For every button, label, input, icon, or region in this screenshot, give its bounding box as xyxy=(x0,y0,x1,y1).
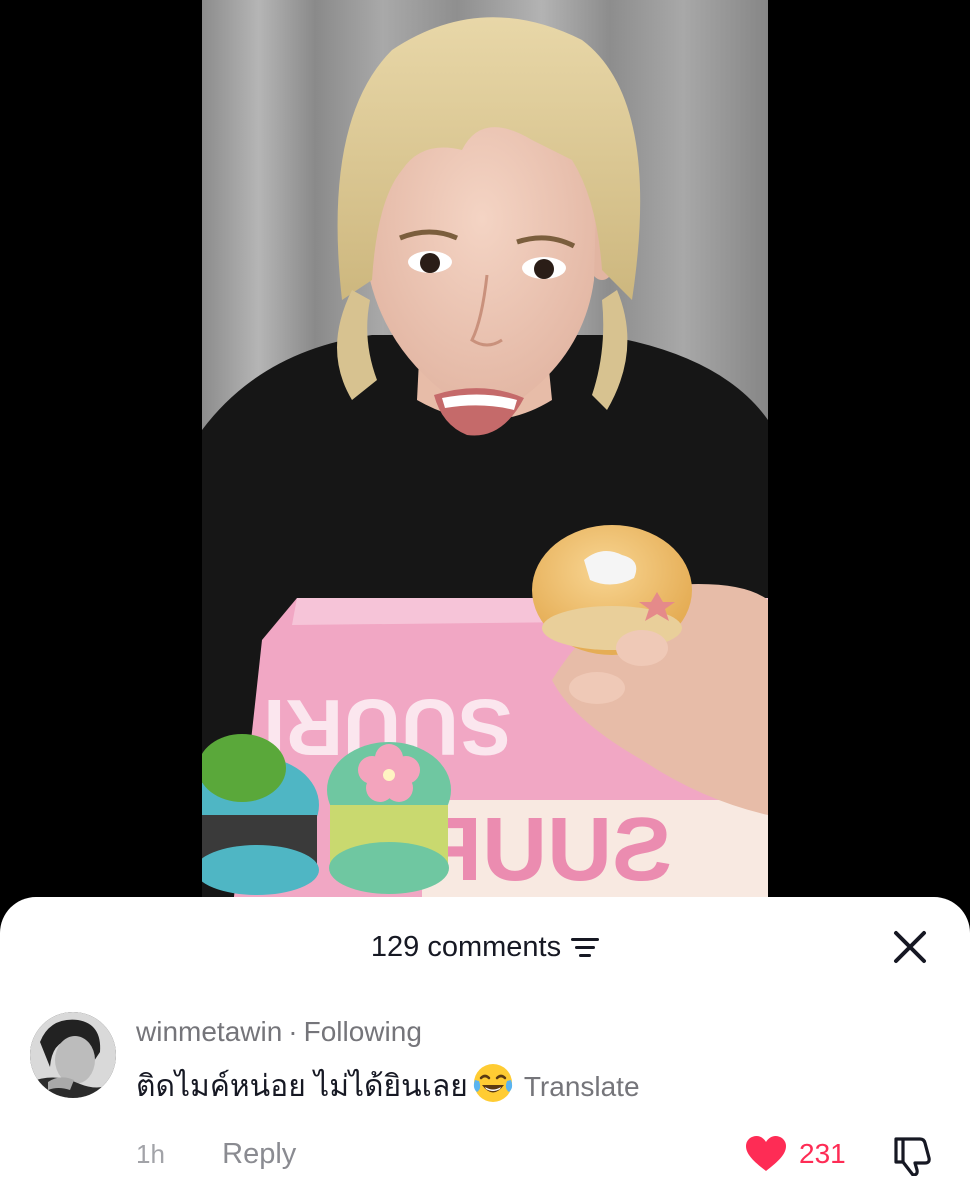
avatar-photo xyxy=(30,1012,116,1098)
comments-count-label: 129 comments xyxy=(370,931,562,963)
filter-lines-icon[interactable] xyxy=(571,936,600,958)
thumbs-down-icon[interactable] xyxy=(890,1136,932,1176)
like-button[interactable]: 231 xyxy=(745,1134,846,1174)
comment-meta: winmetawin · Following xyxy=(136,1012,422,1052)
comments-sheet: 129 comments winmetawin · Following ติดไ… xyxy=(0,897,970,1200)
like-count: 231 xyxy=(799,1138,846,1169)
following-label: Following xyxy=(303,1016,422,1047)
comment-text: ติดไมค์หน่อย ไม่ได้ยินเลย xyxy=(136,1070,468,1103)
comment-body: ติดไมค์หน่อย ไม่ได้ยินเลย Translate xyxy=(136,1062,640,1111)
comment-item: winmetawin · Following ติดไมค์หน่อย ไม่ได้… xyxy=(0,1010,970,1200)
video-player[interactable]: SUURI SUURI xyxy=(202,0,768,915)
meta-separator: · xyxy=(288,1016,298,1047)
comment-actions: 1h Reply xyxy=(136,1134,296,1174)
close-icon[interactable] xyxy=(890,927,930,967)
reply-button[interactable]: Reply xyxy=(222,1138,296,1170)
comments-count-button[interactable]: 129 comments xyxy=(370,927,600,967)
app-screen: SUURI SUURI 129 comments winmetawin · Fo… xyxy=(0,0,970,1200)
face-with-tears-of-joy-icon xyxy=(473,1064,512,1102)
heart-icon[interactable] xyxy=(745,1135,787,1173)
translate-link[interactable]: Translate xyxy=(524,1071,640,1102)
comments-header: 129 comments xyxy=(0,927,970,967)
comment-username[interactable]: winmetawin xyxy=(136,1016,282,1047)
video-frame: SUURI SUURI xyxy=(202,0,768,915)
avatar[interactable] xyxy=(30,1012,116,1098)
comment-timestamp: 1h xyxy=(136,1139,165,1169)
